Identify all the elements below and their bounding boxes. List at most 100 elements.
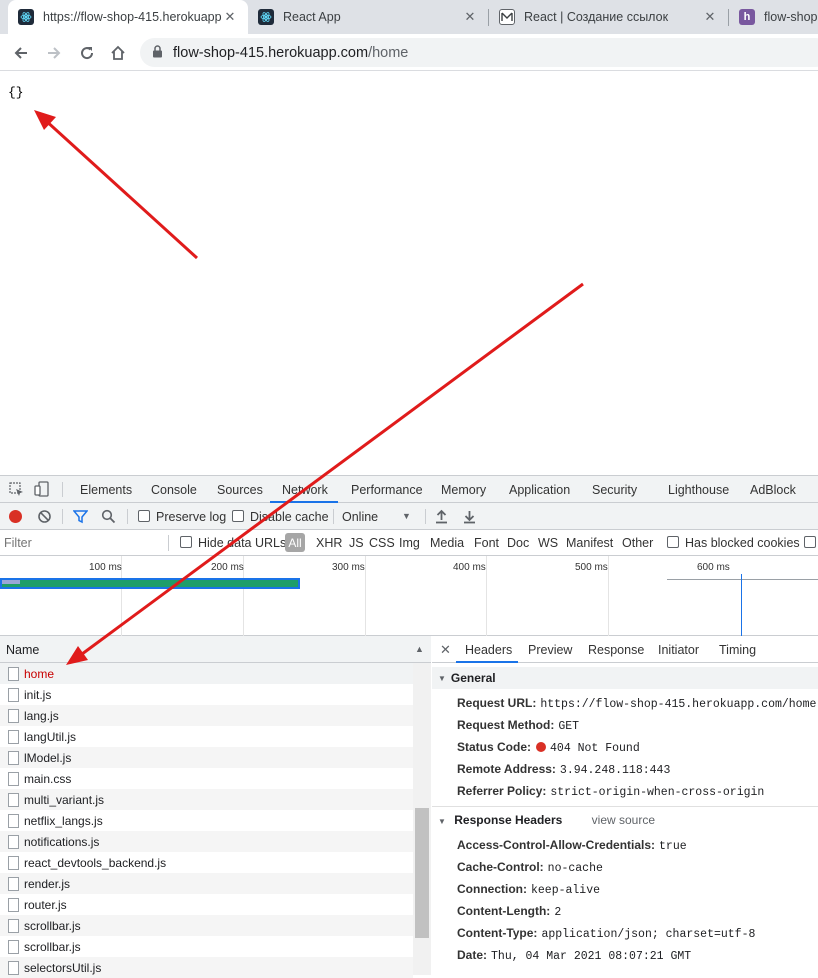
tab-network[interactable]: Network: [282, 483, 328, 497]
filter-type-other[interactable]: Other: [622, 536, 653, 550]
export-har-icon[interactable]: [463, 509, 476, 527]
tab-initiator[interactable]: Initiator: [658, 643, 699, 657]
file-icon: [8, 750, 19, 765]
timeline-selection[interactable]: [0, 578, 300, 589]
tab-elements[interactable]: Elements: [80, 483, 132, 497]
view-source-link[interactable]: view source: [592, 813, 655, 827]
has-blocked-cookies-checkbox[interactable]: [667, 536, 679, 548]
filter-type-js[interactable]: JS: [349, 536, 364, 550]
scrollbar-thumb[interactable]: [415, 808, 429, 938]
tab-console[interactable]: Console: [151, 483, 197, 497]
close-tab-icon[interactable]: ✕: [222, 9, 238, 25]
close-tab-icon[interactable]: ✕: [702, 9, 718, 25]
tab-lighthouse[interactable]: Lighthouse: [668, 483, 729, 497]
network-overview[interactable]: 100 ms 200 ms 300 ms 400 ms 500 ms 600 m…: [0, 556, 818, 636]
home-icon[interactable]: [106, 41, 130, 65]
forward-icon[interactable]: [42, 41, 66, 65]
address-bar[interactable]: flow-shop-415.herokuapp.com/home: [140, 38, 818, 67]
request-row[interactable]: init.js: [0, 684, 413, 705]
column-name-header[interactable]: Name: [6, 643, 39, 657]
request-row[interactable]: main.css: [0, 768, 413, 789]
request-name: netflix_langs.js: [24, 813, 103, 828]
gridline: [608, 556, 609, 636]
file-icon: [8, 834, 19, 849]
request-details: ✕ Headers Preview Response Initiator Tim…: [432, 636, 818, 975]
page-content: {}: [0, 71, 818, 475]
request-row[interactable]: lModel.js: [0, 747, 413, 768]
request-name: lModel.js: [24, 750, 72, 765]
clear-icon[interactable]: [37, 509, 52, 527]
url-text: flow-shop-415.herokuapp.com/home: [173, 45, 408, 61]
tab-security[interactable]: Security: [592, 483, 637, 497]
back-icon[interactable]: [9, 41, 33, 65]
request-row[interactable]: langUtil.js: [0, 726, 413, 747]
inspect-element-icon[interactable]: [9, 482, 24, 500]
browser-tab-1[interactable]: https://flow-shop-415.herokuapp ✕: [8, 0, 248, 34]
filter-input[interactable]: [2, 533, 166, 553]
request-row[interactable]: multi_variant.js: [0, 789, 413, 810]
request-name: react_devtools_backend.js: [24, 855, 167, 870]
general-section-header[interactable]: ▼ General: [432, 667, 818, 689]
browser-tab-3[interactable]: React | Создание ссылок ✕: [489, 0, 728, 34]
response-headers-header[interactable]: ▼ Response Headers view source: [438, 813, 655, 827]
import-har-icon[interactable]: [435, 509, 448, 527]
request-row[interactable]: router.js: [0, 894, 413, 915]
tab-adblock[interactable]: AdBlock: [750, 483, 796, 497]
tab-timing[interactable]: Timing: [719, 643, 756, 657]
blocked-requests-checkbox[interactable]: [804, 536, 816, 548]
tab-application[interactable]: Application: [509, 483, 570, 497]
device-toolbar-icon[interactable]: [34, 481, 50, 500]
react-icon: [18, 9, 34, 25]
filter-type-media[interactable]: Media: [430, 536, 464, 550]
disable-cache-checkbox[interactable]: [232, 510, 244, 522]
filter-type-ws[interactable]: WS: [538, 536, 558, 550]
browser-tab-2[interactable]: React App ✕: [248, 0, 488, 34]
filter-type-doc[interactable]: Doc: [507, 536, 529, 550]
request-row[interactable]: netflix_langs.js: [0, 810, 413, 831]
filter-type-all[interactable]: All: [285, 533, 305, 552]
filter-type-font[interactable]: Font: [474, 536, 499, 550]
tab-headers[interactable]: Headers: [465, 643, 512, 657]
lock-icon[interactable]: [152, 44, 163, 61]
browser-tab-4[interactable]: h flow-shop-: [729, 0, 818, 34]
divider: [168, 535, 169, 551]
request-row[interactable]: render.js: [0, 873, 413, 894]
hide-data-urls-checkbox[interactable]: [180, 536, 192, 548]
record-icon[interactable]: [9, 510, 22, 523]
tab-memory[interactable]: Memory: [441, 483, 486, 497]
chevron-down-icon: ▼: [438, 817, 446, 826]
request-row[interactable]: selectorsUtil.js: [0, 957, 413, 978]
reload-icon[interactable]: [75, 41, 99, 65]
filter-type-img[interactable]: Img: [399, 536, 420, 550]
file-icon: [8, 792, 19, 807]
header-row-request-method: Request Method: GET: [457, 718, 580, 733]
header-row: Cache-Control: no-cache: [457, 860, 603, 875]
tab-sources[interactable]: Sources: [217, 483, 263, 497]
filter-icon[interactable]: [72, 509, 89, 527]
close-details-icon[interactable]: ✕: [440, 642, 451, 658]
request-name: router.js: [24, 897, 67, 912]
divider: [62, 482, 63, 497]
request-row[interactable]: react_devtools_backend.js: [0, 852, 413, 873]
file-icon: [8, 771, 19, 786]
filter-type-xhr[interactable]: XHR: [316, 536, 342, 550]
sort-ascending-icon[interactable]: ▲: [415, 644, 424, 654]
request-row[interactable]: home: [0, 663, 413, 684]
close-tab-icon[interactable]: ✕: [462, 9, 478, 25]
network-toolbar: Preserve log Disable cache Online ▼: [0, 503, 818, 530]
search-icon[interactable]: [101, 509, 116, 527]
filter-type-css[interactable]: CSS: [369, 536, 395, 550]
tab-preview[interactable]: Preview: [528, 643, 572, 657]
tab-performance[interactable]: Performance: [351, 483, 423, 497]
file-icon: [8, 876, 19, 891]
preserve-log-checkbox[interactable]: [138, 510, 150, 522]
request-row[interactable]: scrollbar.js: [0, 936, 413, 957]
request-list-scrollbar[interactable]: [413, 663, 431, 975]
tab-response[interactable]: Response: [588, 643, 644, 657]
chevron-down-icon[interactable]: ▼: [402, 511, 411, 521]
filter-type-manifest[interactable]: Manifest: [566, 536, 613, 550]
request-row[interactable]: notifications.js: [0, 831, 413, 852]
throttling-select[interactable]: Online: [342, 510, 378, 524]
request-row[interactable]: lang.js: [0, 705, 413, 726]
request-row[interactable]: scrollbar.js: [0, 915, 413, 936]
